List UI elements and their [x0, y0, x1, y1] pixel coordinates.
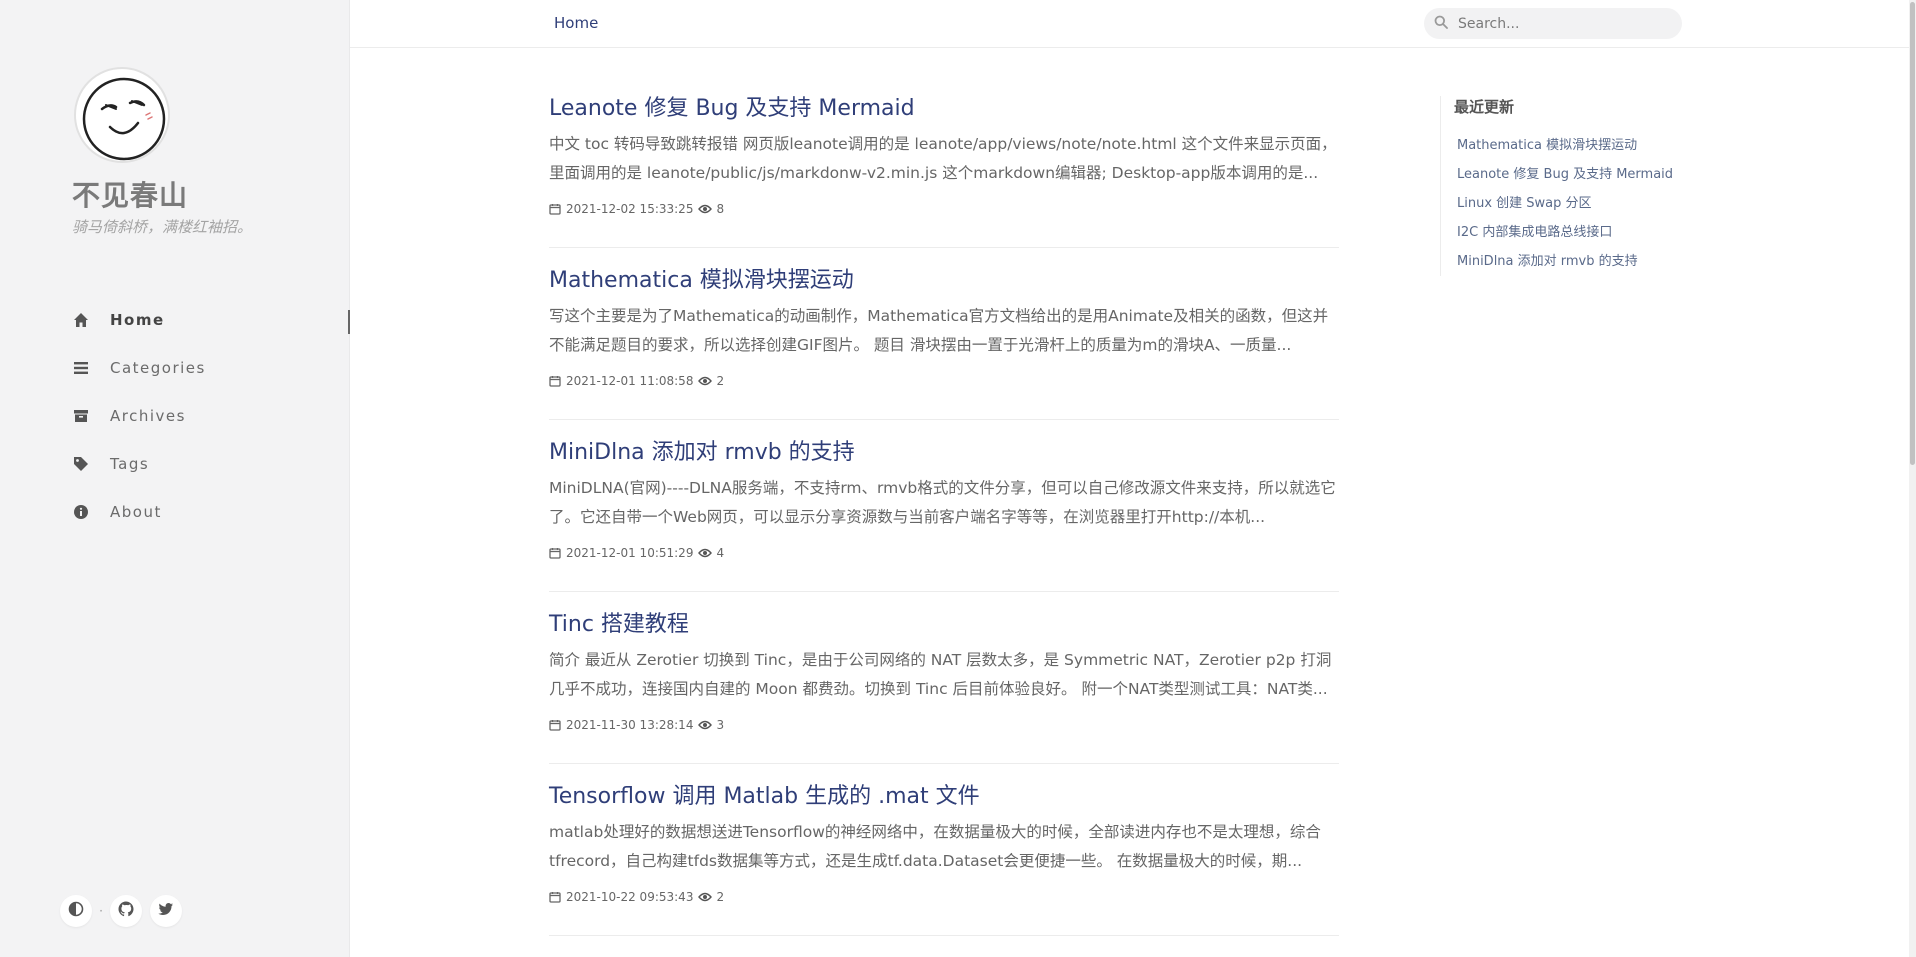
- post-excerpt: 中文 toc 转码导致跳转报错 网页版leanote调用的是 leanote/a…: [549, 135, 1337, 182]
- recent-item-link[interactable]: I2C 内部集成电路总线接口: [1457, 218, 1670, 247]
- sidebar-item-tags[interactable]: Tags: [72, 440, 350, 488]
- post-meta: 2021-12-02 15:33:25 8: [549, 202, 1339, 216]
- post-views: 3: [716, 718, 725, 732]
- sidebar: 不见春山 骑马倚斜桥，满楼红袖招。 Home Categories Archiv…: [0, 0, 350, 957]
- footer-separator: ·: [99, 904, 103, 918]
- sidebar-item-about[interactable]: About: [72, 488, 350, 536]
- github-button[interactable]: [110, 895, 142, 927]
- twitter-icon: [158, 901, 174, 921]
- site-subtitle: 骑马倚斜桥，满楼红袖招。: [72, 218, 253, 236]
- github-icon: [118, 901, 134, 921]
- sidebar-item-label: Home: [110, 311, 165, 329]
- search-input[interactable]: [1456, 14, 1666, 33]
- post-excerpt: MiniDLNA(官网)----DLNA服务端，不支持rm、rmvb格式的文件分…: [549, 479, 1336, 526]
- top-bar: Home: [350, 0, 1916, 48]
- home-icon: [72, 311, 90, 329]
- post-title-link[interactable]: Mathematica 模拟滑块摆运动: [549, 266, 1339, 296]
- recent-updates-panel: 最近更新 Mathematica 模拟滑块摆运动 Leanote 修复 Bug …: [1440, 96, 1673, 276]
- post-excerpt: 简介 最近从 Zerotier 切换到 Tinc，是由于公司网络的 NAT 层数…: [549, 651, 1332, 698]
- calendar-icon: [549, 547, 561, 559]
- sidebar-item-label: Archives: [110, 407, 186, 425]
- calendar-icon: [549, 719, 561, 731]
- post-meta: 2021-11-30 13:28:14 3: [549, 718, 1339, 732]
- sidebar-footer: ·: [60, 895, 182, 927]
- breadcrumb-home-link[interactable]: Home: [554, 14, 598, 32]
- sidebar-item-label: Categories: [110, 359, 206, 377]
- sidebar-item-home[interactable]: Home: [72, 296, 350, 344]
- post-meta: 2021-12-01 11:08:58 2: [549, 374, 1339, 388]
- post-title-link[interactable]: MiniDlna 添加对 rmvb 的支持: [549, 438, 1339, 468]
- post-item: Tensorflow 调用 Matlab 生成的 .mat 文件 matlab处…: [549, 764, 1339, 936]
- sidebar-nav: Home Categories Archives Tags About: [72, 296, 350, 536]
- post-list: Leanote 修复 Bug 及支持 Mermaid 中文 toc 转码导致跳转…: [549, 76, 1339, 936]
- info-icon: [72, 503, 90, 521]
- post-date: 2021-10-22 09:53:43: [566, 890, 694, 904]
- theme-toggle-icon: [68, 901, 84, 921]
- post-views: 2: [716, 890, 725, 904]
- post-date: 2021-12-01 10:51:29: [566, 546, 694, 560]
- search-box[interactable]: [1424, 8, 1682, 39]
- post-date: 2021-12-01 11:08:58: [566, 374, 694, 388]
- post-item: MiniDlna 添加对 rmvb 的支持 MiniDLNA(官网)----DL…: [549, 420, 1339, 592]
- post-item: Leanote 修复 Bug 及支持 Mermaid 中文 toc 转码导致跳转…: [549, 76, 1339, 248]
- calendar-icon: [549, 203, 561, 215]
- eye-icon: [698, 720, 713, 730]
- avatar-face-icon: [82, 77, 166, 161]
- post-date: 2021-12-02 15:33:25: [566, 202, 694, 216]
- avatar[interactable]: [74, 67, 170, 163]
- recent-item-link[interactable]: Mathematica 模拟滑块摆运动: [1457, 131, 1670, 160]
- recent-item-link[interactable]: Linux 创建 Swap 分区: [1457, 189, 1670, 218]
- post-title-link[interactable]: Leanote 修复 Bug 及支持 Mermaid: [549, 94, 1339, 124]
- post-excerpt: 写这个主要是为了Mathematica的动画制作，Mathematica官方文档…: [549, 307, 1329, 354]
- archive-icon: [72, 407, 90, 425]
- post-excerpt: matlab处理好的数据想送进Tensorflow的神经网络中，在数据量极大的时…: [549, 823, 1321, 870]
- calendar-icon: [549, 891, 561, 903]
- post-item: Tinc 搭建教程 简介 最近从 Zerotier 切换到 Tinc，是由于公司…: [549, 592, 1339, 764]
- recent-updates-title: 最近更新: [1454, 98, 1515, 116]
- twitter-button[interactable]: [150, 895, 182, 927]
- recent-item-link[interactable]: Leanote 修复 Bug 及支持 Mermaid: [1457, 160, 1673, 189]
- eye-icon: [698, 548, 713, 558]
- post-views: 4: [716, 546, 725, 560]
- post-meta: 2021-10-22 09:53:43 2: [549, 890, 1339, 904]
- sidebar-item-label: About: [110, 503, 162, 521]
- eye-icon: [698, 376, 713, 386]
- tag-icon: [72, 455, 90, 473]
- post-item: Mathematica 模拟滑块摆运动 写这个主要是为了Mathematica的…: [549, 248, 1339, 420]
- scrollbar-thumb[interactable]: [1910, 2, 1915, 465]
- recent-item-link[interactable]: MiniDlna 添加对 rmvb 的支持: [1457, 247, 1670, 276]
- post-views: 2: [716, 374, 725, 388]
- post-meta: 2021-12-01 10:51:29 4: [549, 546, 1339, 560]
- eye-icon: [698, 892, 713, 902]
- search-icon: [1434, 14, 1448, 33]
- list-icon: [72, 359, 90, 377]
- theme-toggle-button[interactable]: [60, 895, 92, 927]
- calendar-icon: [549, 375, 561, 387]
- post-title-link[interactable]: Tinc 搭建教程: [549, 610, 1339, 640]
- sidebar-item-categories[interactable]: Categories: [72, 344, 350, 392]
- post-views: 8: [716, 202, 725, 216]
- post-title-link[interactable]: Tensorflow 调用 Matlab 生成的 .mat 文件: [549, 782, 1339, 812]
- site-title[interactable]: 不见春山: [72, 174, 188, 214]
- eye-icon: [698, 204, 713, 214]
- sidebar-item-archives[interactable]: Archives: [72, 392, 350, 440]
- post-date: 2021-11-30 13:28:14: [566, 718, 694, 732]
- sidebar-item-label: Tags: [110, 455, 150, 473]
